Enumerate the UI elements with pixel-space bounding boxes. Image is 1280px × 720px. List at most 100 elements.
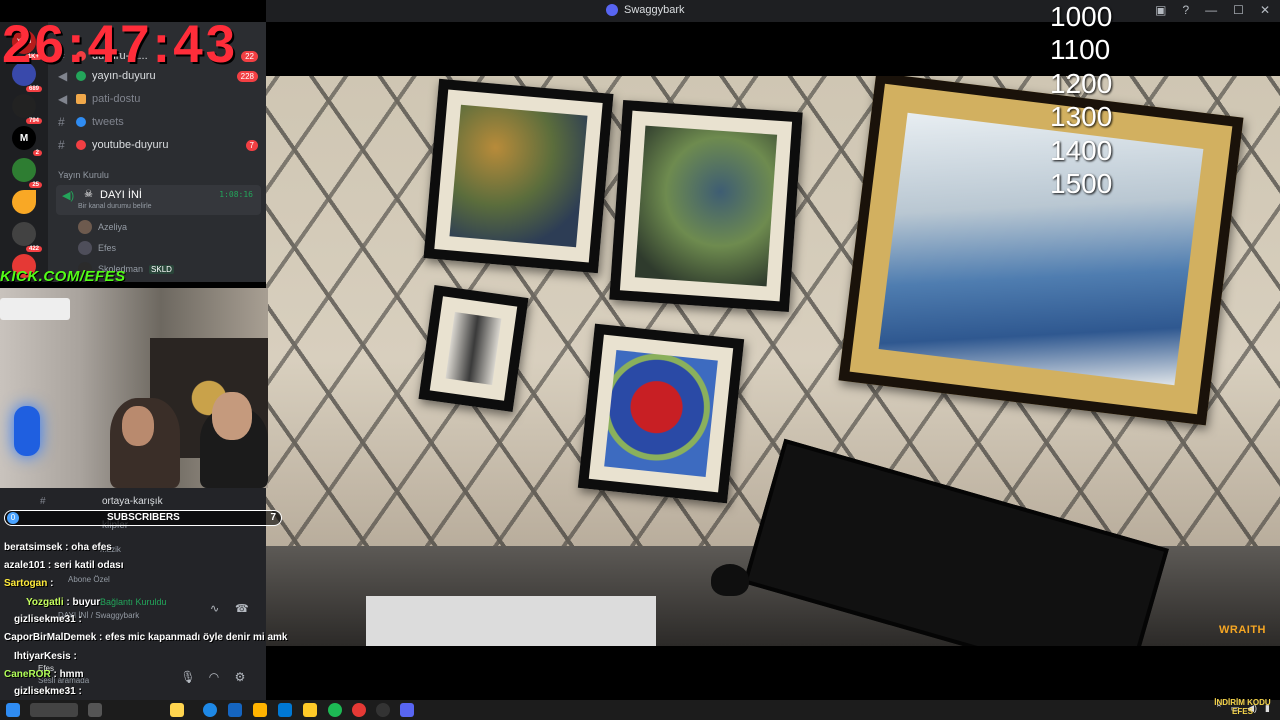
chat-message: CaporBirMalDemek : efes mic kapanmadı öy… [4, 632, 288, 643]
taskview-icon[interactable] [88, 703, 102, 717]
chat-message: gizlisekme31 : [14, 614, 82, 625]
window-title-text: Swaggybark [624, 4, 685, 16]
edge-icon[interactable] [203, 703, 217, 717]
maximize-icon[interactable]: ☐ [1233, 3, 1244, 17]
voice-channel-status: Bir kanal durumu belirle [78, 203, 152, 210]
widgets-icon[interactable] [170, 703, 184, 717]
category-header[interactable]: Yayın Kurulu [58, 170, 109, 180]
chat-text: efes mic kapanmadı öyle denir mi amk [105, 632, 288, 643]
disconnect-icon[interactable]: ☎ [235, 602, 249, 615]
search-icon[interactable] [30, 703, 78, 717]
hash-icon: # [40, 496, 46, 507]
channel-item[interactable]: # tweets [58, 112, 258, 132]
chat-user: beratsimsek [4, 542, 63, 553]
chat-user: Yozgatli [26, 597, 64, 608]
chrome-icon[interactable] [352, 703, 366, 717]
voice-member-name: Azeliya [98, 222, 128, 232]
server-mention-badge: 25 [29, 182, 42, 188]
channel-name: pati-dostu [92, 93, 141, 105]
monitor-screen [366, 596, 656, 646]
goal-value: 1500 [1050, 168, 1113, 200]
mention-badge: 228 [236, 70, 258, 82]
settings-gear-icon[interactable]: ⚙ [232, 670, 248, 686]
chat-user: CaneROR [4, 669, 51, 680]
chat-user: CaporBirMalDemek [4, 632, 97, 643]
goal-value: 1000 [1050, 1, 1113, 32]
chat-message: Yozgatli : buyur [26, 597, 101, 608]
voice-member[interactable]: Efes [78, 239, 116, 257]
chat-text: seri katil odası [54, 560, 124, 571]
air-conditioner [0, 298, 70, 320]
chat-message: CaneROR : hmm [4, 669, 84, 680]
channel-item[interactable]: # youtube-duyuru 7 [58, 135, 258, 155]
framed-painting-seascape [838, 76, 1244, 426]
headphones-icon[interactable]: ◠ [206, 670, 222, 686]
microphone-icon[interactable]: 🎙 [180, 670, 196, 686]
discount-code-banner: İNDİRİM KODU EFES [1214, 698, 1271, 716]
chat-text: hmm [59, 669, 84, 680]
abone-tag: Abone Özel [68, 575, 110, 584]
framed-picture-2 [609, 99, 803, 313]
microphone-icon [14, 406, 40, 456]
channel-item[interactable]: ◀ pati-dostu [58, 89, 258, 109]
window-title: Swaggybark [606, 4, 685, 16]
server-icon-m[interactable]: M2 [12, 126, 42, 156]
minimize-icon[interactable]: — [1205, 3, 1217, 17]
server-mention-badge: 794 [25, 118, 42, 124]
close-icon[interactable]: ✕ [1260, 3, 1270, 17]
screen: Swaggybark ▣ ? — ☐ ✕ WRAITH 1000 1100 12… [0, 0, 1280, 720]
webcam-feed [0, 288, 268, 488]
vscode-icon[interactable] [228, 703, 242, 717]
discord-icon[interactable] [400, 703, 414, 717]
voice-channel-name: DAYI İNİ [100, 189, 142, 201]
mail-icon[interactable] [278, 703, 292, 717]
server-icon-7[interactable]: 422 [12, 222, 42, 252]
chat-text: oha efes [71, 542, 112, 553]
chat-message: IhtiyarKesis : [14, 651, 77, 662]
inbox-icon[interactable]: ▣ [1155, 3, 1166, 17]
chat-message: Sartogan : [4, 578, 54, 589]
paw-icon [76, 94, 86, 104]
file-explorer-icon[interactable] [253, 703, 267, 717]
taskbar: ⌃ ▭ ◀) ▮ [0, 700, 1280, 720]
noise-suppression-icon[interactable]: ∿ [210, 602, 219, 615]
person-right-head [212, 392, 252, 440]
subscribers-label: SUBSCRIBERS [107, 512, 180, 523]
chat-user: gizlisekme31 [14, 614, 76, 625]
server-mention-badge: 2 [32, 150, 42, 156]
channel-emoji-icon [76, 117, 86, 127]
avatar [78, 241, 92, 255]
kick-banner: KICK.COM/EFES [0, 268, 126, 285]
chat-user: azale101 [4, 560, 46, 571]
channel-name: tweets [92, 116, 124, 128]
avatar [78, 220, 92, 234]
server-logo-icon [606, 4, 618, 16]
channel-name: youtube-duyuru [92, 139, 169, 151]
chat-message: beratsimsek : oha efes [4, 542, 112, 553]
server-mention-badge: 422 [25, 246, 42, 252]
stream-timer: 26:47:43 [2, 15, 239, 74]
spotify-icon[interactable] [328, 703, 342, 717]
help-icon[interactable]: ? [1182, 3, 1189, 17]
voice-member[interactable]: Azeliya [78, 218, 127, 236]
title-bar-icons: ▣ ? — ☐ ✕ [1155, 3, 1270, 17]
server-icon-3[interactable]: 794 [12, 94, 42, 124]
channel-name[interactable]: ortaya-karışık [102, 496, 163, 507]
goal-ladder: 1000 1100 1200 1300 1400 1500 [1050, 0, 1130, 200]
hash-icon: # [58, 115, 65, 129]
mention-badge: 7 [245, 139, 258, 151]
server-icon-5[interactable]: 25 [12, 158, 42, 188]
speaker-icon: ◀) [62, 190, 75, 202]
subscribers-start: 0 [7, 512, 19, 524]
obs-icon[interactable] [376, 703, 390, 717]
folder-icon[interactable] [303, 703, 317, 717]
moon-server-icon[interactable] [12, 190, 36, 214]
goal-value: 1400 [1050, 134, 1113, 166]
chat-message: gizlisekme31 : [14, 686, 82, 697]
chat-message: azale101 : seri katil odası [4, 560, 124, 571]
chat-text: buyur [72, 597, 101, 608]
voice-channel-active[interactable]: ◀) ☠ DAYI İNİ Bir kanal durumu belirle 1… [56, 185, 261, 215]
framed-spiderman-poster [577, 323, 745, 504]
start-icon[interactable] [6, 703, 20, 717]
person-left-head [122, 406, 154, 446]
